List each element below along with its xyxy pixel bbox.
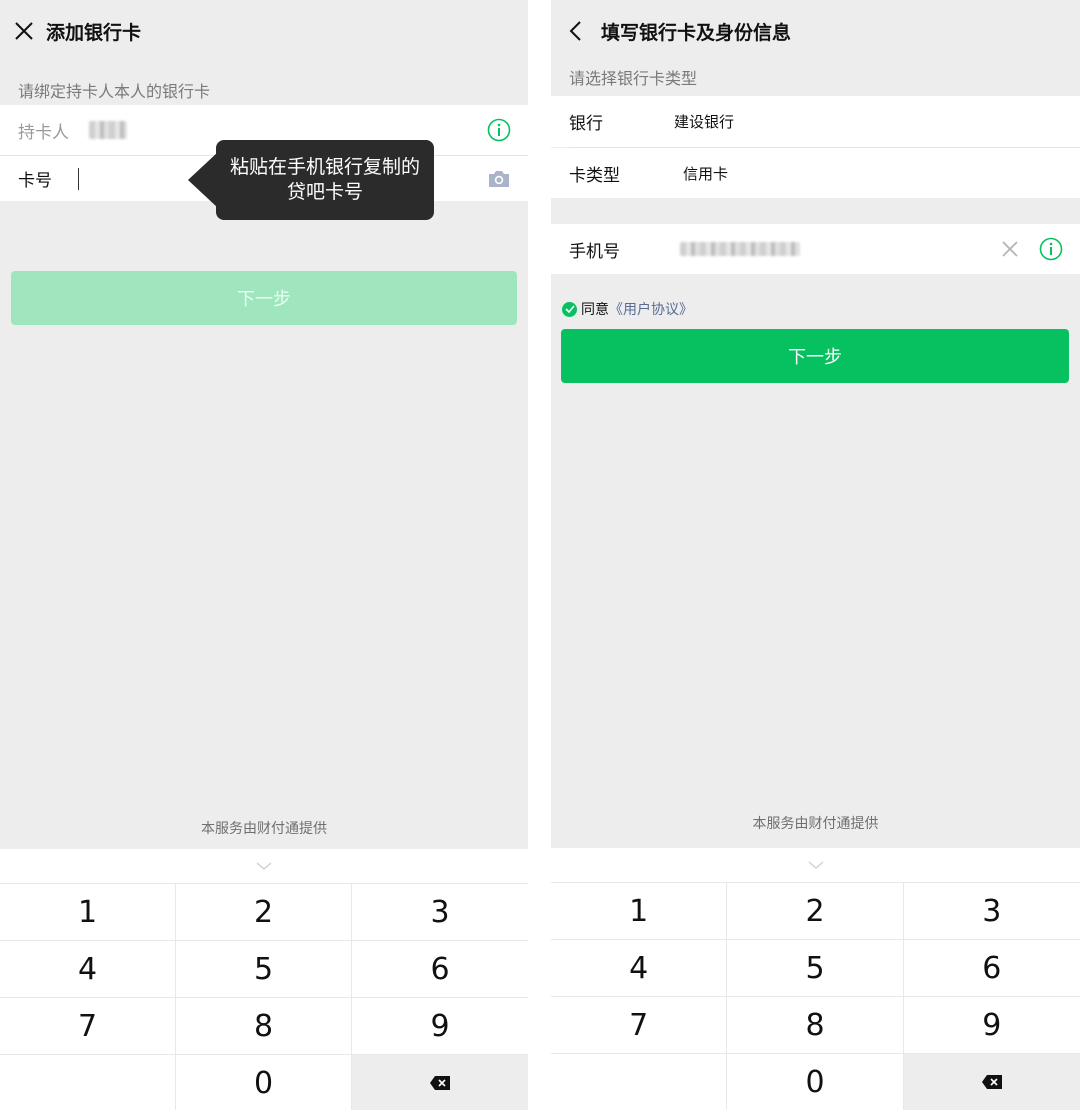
top-bar: 添加银行卡 — [0, 0, 528, 62]
key-0[interactable]: 0 — [176, 1054, 352, 1110]
key-4[interactable]: 4 — [551, 939, 728, 996]
card-type-value: 信用卡 — [683, 164, 729, 183]
bank-label: 银行 — [569, 114, 603, 134]
agreement-row: 同意 《用户协议》 — [562, 299, 693, 319]
card-type-label: 卡类型 — [569, 165, 620, 186]
numeric-keyboard: 1 2 3 4 5 6 7 8 9 0 — [0, 849, 528, 1110]
key-4[interactable]: 4 — [0, 940, 176, 997]
chevron-down-icon — [807, 861, 824, 870]
back-icon[interactable] — [563, 19, 587, 43]
key-6[interactable]: 6 — [352, 940, 528, 997]
clear-icon[interactable] — [1001, 240, 1019, 258]
phone-row[interactable]: 手机号 — [551, 224, 1080, 274]
service-provider-note: 本服务由财付通提供 — [201, 821, 327, 837]
page-title: 填写银行卡及身份信息 — [601, 21, 792, 44]
key-9[interactable]: 9 — [903, 996, 1080, 1053]
key-9[interactable]: 9 — [352, 997, 528, 1054]
tooltip-arrow — [188, 152, 218, 208]
card-identity-info-screen: 填写银行卡及身份信息 请选择银行卡类型 银行 建设银行 卡类型 信用卡 手机号 … — [551, 0, 1080, 1110]
paste-tooltip: 粘贴在手机银行复制的贷吧卡号 — [188, 140, 434, 220]
key-delete[interactable] — [903, 1053, 1080, 1110]
key-blank — [0, 1054, 176, 1110]
info-icon[interactable] — [1039, 237, 1063, 261]
key-5[interactable]: 5 — [727, 939, 904, 996]
next-button[interactable]: 下一步 — [11, 271, 517, 325]
key-8[interactable]: 8 — [727, 996, 904, 1053]
keypad-grid: 1 2 3 4 5 6 7 8 9 0 — [0, 883, 528, 1110]
key-8[interactable]: 8 — [176, 997, 352, 1054]
keyboard-collapse-handle[interactable] — [551, 848, 1080, 882]
phone-label: 手机号 — [569, 241, 620, 262]
key-blank — [551, 1053, 728, 1110]
card-holder-name-blurred — [89, 121, 127, 139]
key-3[interactable]: 3 — [903, 882, 1080, 939]
phone-number-blurred[interactable] — [680, 242, 800, 256]
tooltip-text: 粘贴在手机银行复制的贷吧卡号 — [216, 140, 434, 220]
close-icon[interactable] — [12, 19, 36, 43]
key-6[interactable]: 6 — [903, 939, 1080, 996]
next-button[interactable]: 下一步 — [561, 329, 1069, 383]
check-icon[interactable] — [562, 301, 577, 317]
card-number-label: 卡号 — [18, 171, 52, 191]
service-provider-note: 本服务由财付通提供 — [752, 816, 879, 832]
keyboard-collapse-handle[interactable] — [0, 849, 528, 883]
key-3[interactable]: 3 — [352, 883, 528, 940]
card-number-input[interactable] — [78, 167, 79, 190]
key-7[interactable]: 7 — [0, 997, 176, 1054]
card-type-row[interactable]: 卡类型 信用卡 — [551, 148, 1080, 198]
key-7[interactable]: 7 — [551, 996, 728, 1053]
keypad-grid: 1 2 3 4 5 6 7 8 9 0 — [551, 882, 1080, 1110]
key-1[interactable]: 1 — [0, 883, 176, 940]
numeric-keyboard: 1 2 3 4 5 6 7 8 9 0 — [551, 848, 1080, 1110]
add-bank-card-screen: 添加银行卡 请绑定持卡人本人的银行卡 持卡人 卡号 粘贴在手机银行复制的贷吧卡号… — [0, 0, 528, 1110]
info-icon[interactable] — [487, 118, 511, 142]
top-bar: 填写银行卡及身份信息 — [551, 0, 1080, 62]
agree-text: 同意 — [581, 302, 609, 318]
card-holder-label: 持卡人 — [18, 122, 69, 143]
page-title: 添加银行卡 — [46, 21, 142, 44]
bank-row[interactable]: 银行 建设银行 — [551, 96, 1080, 147]
backspace-icon — [430, 1076, 450, 1090]
chevron-down-icon — [256, 862, 272, 871]
section-hint: 请选择银行卡类型 — [569, 69, 698, 88]
key-5[interactable]: 5 — [176, 940, 352, 997]
key-2[interactable]: 2 — [727, 882, 904, 939]
bank-value: 建设银行 — [674, 113, 735, 131]
backspace-icon — [981, 1075, 1002, 1089]
camera-icon[interactable] — [487, 169, 511, 189]
section-hint: 请绑定持卡人本人的银行卡 — [18, 82, 211, 101]
key-1[interactable]: 1 — [551, 882, 728, 939]
key-2[interactable]: 2 — [176, 883, 352, 940]
key-0[interactable]: 0 — [727, 1053, 904, 1110]
key-delete[interactable] — [352, 1054, 528, 1110]
user-agreement-link[interactable]: 《用户协议》 — [609, 299, 693, 319]
